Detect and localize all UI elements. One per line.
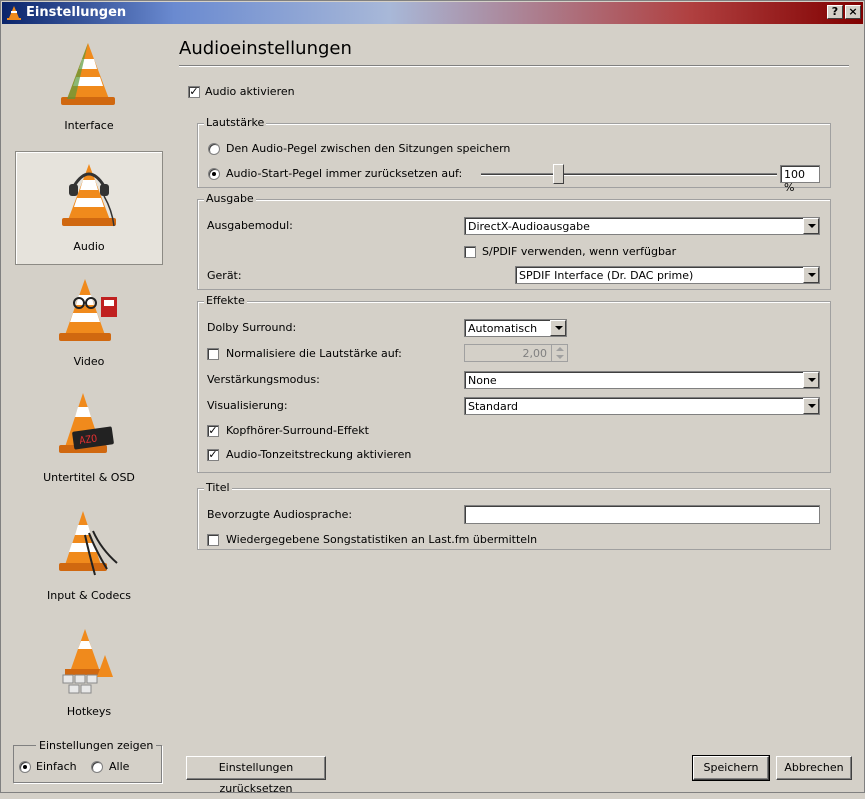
- dolby-value: Automatisch: [468, 322, 538, 335]
- spdif-label: S/PDIF verwenden, wenn verfügbar: [482, 245, 677, 258]
- window-title: Einstellungen: [26, 5, 127, 20]
- vlc-cone-icon: [7, 6, 21, 20]
- normalize-checkbox[interactable]: [207, 347, 219, 360]
- lastfm-checkbox[interactable]: [207, 533, 219, 546]
- output-group-title: Ausgabe: [204, 192, 256, 205]
- volume-slider-thumb[interactable]: [553, 164, 564, 184]
- device-value: SPDIF Interface (Dr. DAC prime): [519, 269, 694, 282]
- sidebar-item-input-codecs[interactable]: Input & Codecs: [15, 501, 163, 615]
- headphone-label: Kopfhörer-Surround-Effekt: [226, 424, 369, 437]
- save-level-label: Den Audio-Pegel zwischen den Sitzungen s…: [226, 142, 511, 155]
- output-module-select[interactable]: DirectX-Audioausgabe: [464, 217, 820, 235]
- audio-cone-icon: [62, 164, 116, 227]
- dolby-label: Dolby Surround:: [207, 321, 297, 334]
- category-sidebar: Interface Audio Video AZO Untertitel & O…: [15, 31, 163, 731]
- normalize-value: 2,00: [522, 347, 548, 360]
- input-codecs-cone-icon: [59, 511, 118, 576]
- device-label: Gerät:: [207, 269, 242, 282]
- audio-language-input[interactable]: [464, 505, 820, 524]
- chevron-down-icon[interactable]: [803, 218, 819, 234]
- title-divider: [179, 65, 849, 67]
- sidebar-item-interface[interactable]: Interface: [15, 31, 163, 145]
- sidebar-item-label: Video: [73, 355, 105, 368]
- track-group-title: Titel: [204, 481, 232, 494]
- sidebar-item-subtitles[interactable]: AZO Untertitel & OSD: [15, 383, 163, 497]
- gain-mode-select[interactable]: None: [464, 371, 820, 389]
- spdif-checkbox[interactable]: [464, 245, 476, 258]
- normalize-spinbox[interactable]: 2,00: [464, 344, 568, 362]
- chevron-down-icon[interactable]: [803, 372, 819, 388]
- headphone-checkbox[interactable]: ✓: [207, 424, 219, 437]
- timestretch-checkbox[interactable]: ✓: [207, 448, 219, 461]
- volume-slider-track[interactable]: [481, 173, 777, 176]
- lastfm-label: Wiedergegebene Songstatistiken an Last.f…: [226, 533, 538, 546]
- dolby-select[interactable]: Automatisch: [464, 319, 567, 337]
- output-module-value: DirectX-Audioausgabe: [468, 220, 590, 233]
- sidebar-item-video[interactable]: Video: [15, 267, 163, 381]
- sidebar-item-label: Untertitel & OSD: [43, 471, 135, 484]
- cancel-button[interactable]: Abbrechen: [776, 756, 852, 780]
- spin-arrows-icon[interactable]: [551, 345, 567, 361]
- chevron-down-icon[interactable]: [803, 267, 819, 283]
- simple-label: Einfach: [36, 760, 77, 773]
- all-label: Alle: [109, 760, 130, 773]
- visualization-value: Standard: [468, 400, 519, 413]
- sidebar-item-label: Hotkeys: [66, 705, 112, 718]
- volume-value-field[interactable]: 100 %: [780, 165, 820, 194]
- title-bar[interactable]: Einstellungen ? ×: [2, 2, 863, 24]
- enable-audio-checkbox[interactable]: ✓: [188, 85, 200, 98]
- page-title: Audioeinstellungen: [179, 38, 352, 59]
- gain-mode-label: Verstärkungsmodus:: [207, 373, 320, 386]
- chevron-down-icon[interactable]: [803, 398, 819, 414]
- sidebar-item-label: Audio: [73, 240, 105, 253]
- effects-group-title: Effekte: [204, 294, 247, 307]
- enable-audio-label: Audio aktivieren: [205, 85, 295, 98]
- sidebar-item-label: Interface: [64, 119, 114, 132]
- normalize-label: Normalisiere die Lautstärke auf:: [226, 347, 402, 360]
- gain-mode-value: None: [468, 374, 497, 387]
- help-button[interactable]: ?: [827, 5, 843, 19]
- close-button[interactable]: ×: [845, 5, 861, 19]
- timestretch-label: Audio-Tonzeitstreckung aktivieren: [226, 448, 412, 461]
- visualization-label: Visualisierung:: [207, 399, 288, 412]
- sidebar-item-hotkeys[interactable]: Hotkeys: [15, 617, 163, 731]
- volume-group-title: Lautstärke: [204, 116, 267, 129]
- video-cone-icon: [59, 279, 117, 341]
- visualization-select[interactable]: Standard: [464, 397, 820, 415]
- reset-level-label: Audio-Start-Pegel immer zurücksetzen auf…: [226, 167, 463, 180]
- hotkeys-cone-icon: [62, 629, 113, 694]
- simple-radio[interactable]: [19, 760, 31, 773]
- device-select[interactable]: SPDIF Interface (Dr. DAC prime): [515, 266, 820, 284]
- chevron-down-icon[interactable]: [550, 320, 566, 336]
- preferences-window: Einstellungen ? × Interface Audio Video …: [0, 0, 865, 795]
- save-button[interactable]: Speichern: [692, 755, 770, 781]
- output-module-label: Ausgabemodul:: [207, 219, 293, 232]
- all-radio[interactable]: [91, 760, 103, 773]
- show-settings-title: Einstellungen zeigen: [36, 739, 157, 752]
- show-settings-group: Einstellungen zeigen Einfach Alle: [13, 739, 162, 783]
- sidebar-item-audio[interactable]: Audio: [15, 151, 163, 265]
- reset-level-radio[interactable]: [208, 167, 220, 180]
- sidebar-item-label: Input & Codecs: [47, 589, 131, 602]
- audio-language-label: Bevorzugte Audiosprache:: [207, 508, 353, 521]
- reset-preferences-button[interactable]: Einstellungen zurücksetzen: [186, 756, 326, 795]
- save-level-radio[interactable]: [208, 142, 220, 155]
- interface-cone-icon: [61, 43, 115, 105]
- subtitles-cone-icon: AZO: [59, 393, 114, 453]
